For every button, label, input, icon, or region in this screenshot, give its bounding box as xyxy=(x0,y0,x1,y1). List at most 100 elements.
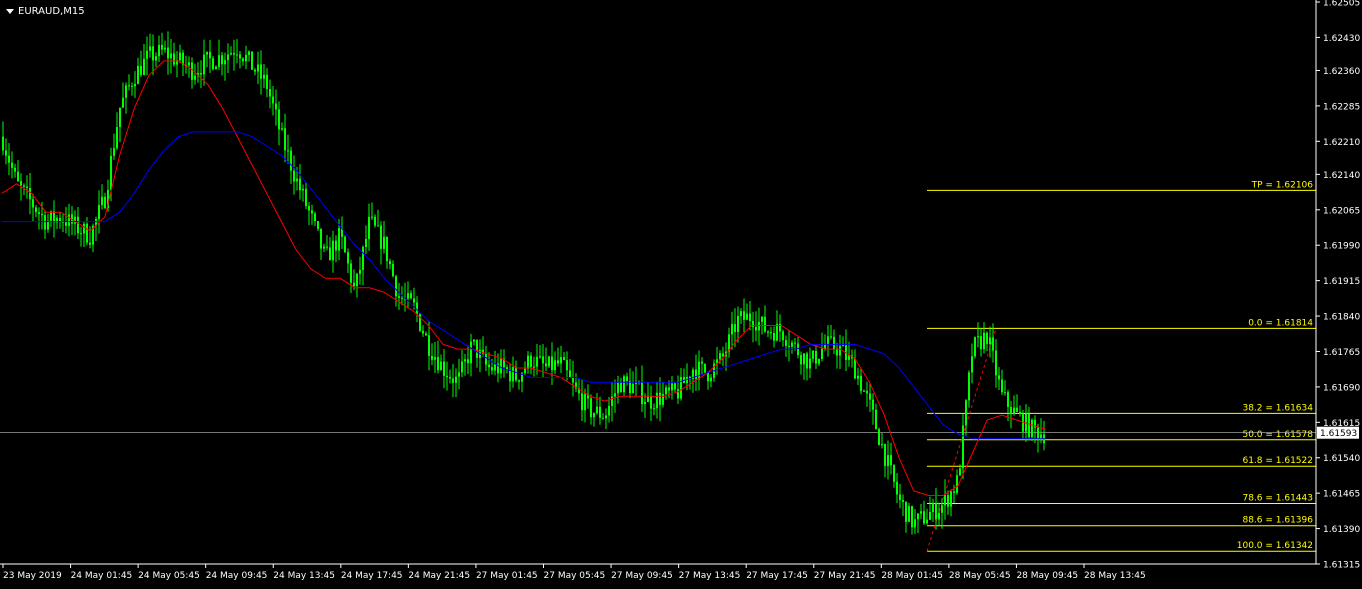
candle-body xyxy=(896,481,898,495)
candle-body xyxy=(380,225,382,249)
candle-body xyxy=(209,51,211,59)
candle-body xyxy=(947,495,949,507)
candle-body xyxy=(809,358,811,369)
candle-body xyxy=(914,519,916,528)
candle-body xyxy=(812,351,814,359)
candle-body xyxy=(218,55,220,67)
candle-body xyxy=(47,220,49,230)
candle-body xyxy=(44,215,46,230)
candle-body xyxy=(308,205,310,211)
candle-body xyxy=(326,246,328,248)
candle-body xyxy=(650,395,652,409)
candle-body xyxy=(1007,392,1009,407)
candle-body xyxy=(452,378,454,383)
candle-body xyxy=(239,54,241,59)
candle-body xyxy=(377,225,379,227)
chart-title[interactable]: EURAUD,M15 xyxy=(6,6,85,17)
price-tick-label: 1.62285 xyxy=(1323,102,1360,112)
candle-body xyxy=(920,511,922,514)
candle-body xyxy=(266,74,268,90)
candle-body xyxy=(596,406,598,414)
candle-body xyxy=(704,363,706,373)
candle-body xyxy=(542,356,544,364)
candle-body xyxy=(437,357,439,371)
candle-body xyxy=(416,302,418,315)
time-tick-label: 24 May 17:45 xyxy=(341,571,403,581)
candle-body xyxy=(560,357,562,364)
price-chart[interactable]: TP = 1.62106 0.0 = 1.61814 38.2 = 1.61634 5… xyxy=(0,0,1362,585)
candle-body xyxy=(296,178,298,182)
candle-body xyxy=(746,313,748,320)
candle-body xyxy=(659,392,661,405)
candle-body xyxy=(980,336,982,350)
candle-body xyxy=(320,228,322,249)
candle-body xyxy=(332,240,334,261)
candle-body xyxy=(158,44,160,57)
price-tick-label: 1.62430 xyxy=(1323,34,1360,44)
candle-body xyxy=(464,359,466,362)
candle-body xyxy=(230,53,232,55)
candle-body xyxy=(29,188,31,200)
candle-body xyxy=(245,54,247,62)
candle-body xyxy=(344,236,346,253)
candle-body xyxy=(317,221,319,229)
candle-body xyxy=(86,223,88,243)
candle-body xyxy=(893,465,895,482)
candle-body xyxy=(1013,407,1015,415)
candle-body xyxy=(527,355,529,369)
candle-body xyxy=(272,96,274,104)
candle-body xyxy=(584,393,586,411)
time-tick-label: 24 May 01:45 xyxy=(71,571,133,581)
candle-body xyxy=(65,221,67,226)
candle-body xyxy=(476,339,478,359)
candle-body xyxy=(983,332,985,350)
candle-body xyxy=(329,247,331,261)
candle-body xyxy=(926,519,928,524)
candle-body xyxy=(1040,434,1042,439)
candle-body xyxy=(134,83,136,87)
time-tick-label: 24 May 21:45 xyxy=(408,571,470,581)
candle-body xyxy=(428,335,430,356)
candle-body xyxy=(551,356,553,371)
fibo-level-label: 0.0 = 1.61814 xyxy=(1248,318,1313,328)
candle-body xyxy=(155,56,157,61)
fibo-level-label: 61.8 = 1.61522 xyxy=(1242,456,1313,466)
candle-body xyxy=(365,238,367,247)
candle-body xyxy=(848,355,850,360)
candle-body xyxy=(740,311,742,316)
candle-body xyxy=(113,148,115,156)
candle-body xyxy=(221,55,223,65)
candle-body xyxy=(797,343,799,356)
candle-body xyxy=(20,181,22,186)
candle-body xyxy=(779,323,781,332)
candle-body xyxy=(467,359,469,364)
fibo-level-label: 78.6 = 1.61443 xyxy=(1242,494,1313,504)
candle-body xyxy=(842,345,844,347)
candle-body xyxy=(632,383,634,394)
candle-body xyxy=(719,353,721,360)
candle-body xyxy=(446,375,448,378)
candle-body xyxy=(662,394,664,405)
candle-body xyxy=(38,212,40,214)
candle-body xyxy=(614,393,616,397)
candle-body xyxy=(857,375,859,379)
time-tick-label: 28 May 09:45 xyxy=(1016,571,1078,581)
candle-body xyxy=(206,51,208,55)
candle-body xyxy=(602,417,604,419)
candle-body xyxy=(869,393,871,400)
candle-body xyxy=(707,372,709,382)
candle-body xyxy=(995,350,997,376)
candle-body xyxy=(710,377,712,382)
candle-body xyxy=(140,65,142,75)
candle-body xyxy=(281,128,283,130)
candle-body xyxy=(1028,413,1030,438)
chart-canvas[interactable]: TP = 1.62106 0.0 = 1.61814 38.2 = 1.61634 5… xyxy=(0,0,1362,585)
candle-body xyxy=(194,75,196,80)
candle-body xyxy=(32,199,34,208)
candle-body xyxy=(545,363,547,367)
candle-body xyxy=(149,46,151,51)
candle-body xyxy=(254,69,256,72)
candle-body xyxy=(242,58,244,62)
candle-body xyxy=(677,389,679,399)
candle-body xyxy=(236,54,238,56)
